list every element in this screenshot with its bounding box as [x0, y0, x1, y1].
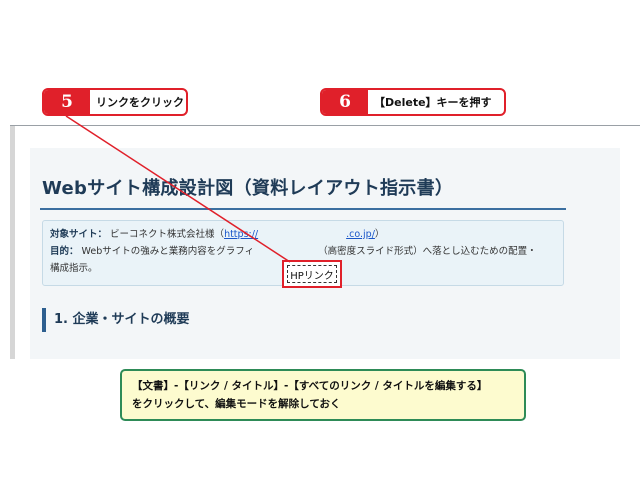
hp-link-highlight[interactable]: HPリンク	[282, 260, 342, 288]
target-value: ビーコネクト株式会社様（	[110, 229, 225, 240]
step-5-text: リンクをクリック	[96, 96, 184, 109]
purpose-value-2: （高密度スライド形式）へ落とし込むための配置・	[318, 246, 537, 257]
purpose-value-3: 構成指示。	[50, 263, 98, 274]
purpose-line: 目的： Webサイトの強みと業務内容をグラフィ （高密度スライド形式）へ落とし込む…	[50, 243, 563, 260]
instruction-line-2: をクリックして、編集モードを解除しておく	[132, 398, 341, 410]
document-viewer: Webサイト構成設計図（資料レイアウト指示書） 対象サイト： ビーコネクト株式会…	[10, 125, 640, 359]
step-6-text: 【Delete】キーを押す	[374, 96, 492, 109]
step-5-callout: 5 リンクをクリック	[42, 88, 188, 116]
target-close: ）	[374, 229, 385, 240]
instruction-note: 【文書】-【リンク / タイトル】-【すべてのリンク / タイトルを編集する】 …	[120, 369, 526, 421]
purpose-value: Webサイトの強みと業務内容をグラフィ	[81, 246, 255, 257]
target-label: 対象サイト：	[50, 229, 108, 240]
step-6-callout: 6 【Delete】キーを押す	[320, 88, 506, 116]
target-url-link[interactable]: https://	[224, 229, 258, 240]
purpose-label: 目的：	[50, 246, 79, 257]
step-5-number: 5	[44, 90, 90, 114]
instruction-line-1: 【文書】-【リンク / タイトル】-【すべてのリンク / タイトルを編集する】	[132, 380, 488, 392]
viewer-left-edge	[10, 126, 15, 359]
hp-link[interactable]: HPリンク	[287, 265, 337, 283]
target-line: 対象サイト： ビーコネクト株式会社様（https:// .co.jp/）	[50, 226, 563, 243]
title-underline	[40, 208, 566, 210]
document-title: Webサイト構成設計図（資料レイアウト指示書）	[42, 178, 454, 199]
section-heading-1: 1. 企業・サイトの概要	[42, 308, 190, 332]
step-6-number: 6	[322, 90, 368, 114]
target-url-tail[interactable]: .co.jp/	[346, 229, 375, 240]
